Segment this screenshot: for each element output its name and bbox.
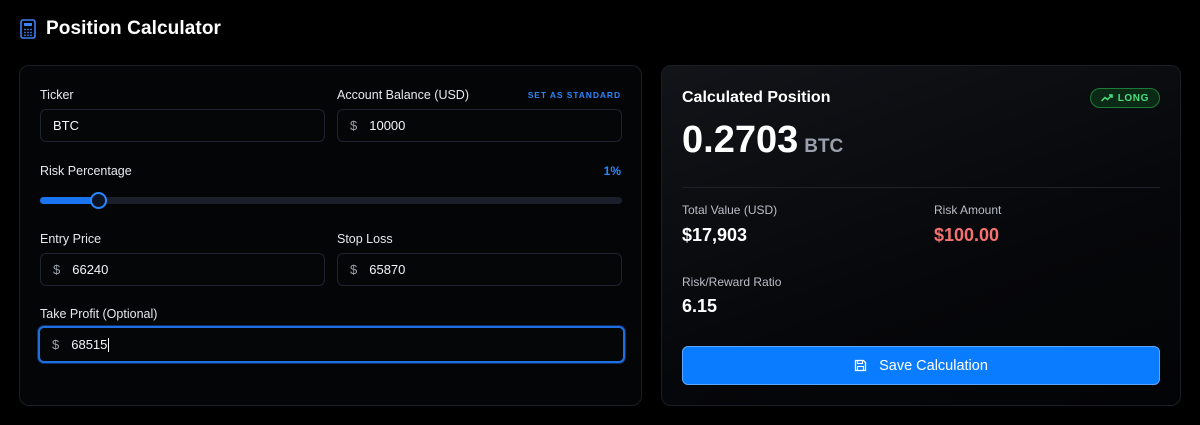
result-card: Calculated Position LONG 0.2703 BTC Tota… xyxy=(661,65,1181,406)
position-size-value: 0.2703 xyxy=(682,119,799,161)
ticker-input[interactable]: BTC xyxy=(40,109,325,142)
result-title: Calculated Position xyxy=(682,89,831,106)
stop-loss-label: Stop Loss xyxy=(337,232,393,246)
dollar-icon: $ xyxy=(350,262,358,277)
ticker-value: BTC xyxy=(53,118,79,133)
account-balance-input[interactable]: $ 10000 xyxy=(337,109,622,142)
set-as-standard-link[interactable]: SET AS STANDARD xyxy=(528,90,621,100)
account-balance-value: 10000 xyxy=(369,118,406,133)
risk-slider-handle[interactable] xyxy=(90,192,108,209)
calculator-icon xyxy=(20,19,36,39)
divider xyxy=(682,187,1160,188)
account-balance-label: Account Balance (USD) xyxy=(337,88,470,102)
stop-loss-value: 65870 xyxy=(369,262,406,277)
entry-price-label: Entry Price xyxy=(40,232,102,246)
page-header: Position Calculator xyxy=(20,18,221,40)
total-value: $17,903 xyxy=(682,225,748,245)
trending-up-icon xyxy=(1100,94,1113,102)
dollar-icon: $ xyxy=(53,262,61,277)
take-profit-input[interactable]: $ 68515 xyxy=(38,326,625,363)
save-calculation-label: Save Calculation xyxy=(879,357,988,374)
risk-reward-label: Risk/Reward Ratio xyxy=(682,275,782,289)
risk-percentage-label: Risk Percentage xyxy=(40,164,132,178)
position-size: 0.2703 BTC xyxy=(682,119,843,162)
risk-reward-value: 6.15 xyxy=(682,296,718,316)
direction-badge: LONG xyxy=(1089,88,1160,108)
calculator-form: Ticker BTC Account Balance (USD) SET AS … xyxy=(19,65,642,406)
take-profit-value: 68515 xyxy=(71,337,108,352)
risk-percentage-value: 1% xyxy=(603,164,621,178)
stop-loss-input[interactable]: $ 65870 xyxy=(337,253,622,286)
position-size-unit: BTC xyxy=(804,136,844,157)
entry-price-input[interactable]: $ 66240 xyxy=(40,253,325,286)
risk-amount: $100.00 xyxy=(934,225,1000,245)
page-title: Position Calculator xyxy=(46,18,222,39)
total-value-label: Total Value (USD) xyxy=(682,203,778,217)
save-icon xyxy=(854,359,867,372)
dollar-icon: $ xyxy=(350,118,358,133)
direction-label: LONG xyxy=(1117,92,1149,104)
ticker-label: Ticker xyxy=(40,88,74,102)
risk-amount-label: Risk Amount xyxy=(934,203,1002,217)
save-calculation-button[interactable]: Save Calculation xyxy=(682,346,1160,385)
text-caret xyxy=(108,337,110,352)
entry-price-value: 66240 xyxy=(72,262,109,277)
risk-slider[interactable] xyxy=(40,192,622,209)
dollar-icon: $ xyxy=(52,337,60,352)
take-profit-label: Take Profit (Optional) xyxy=(40,307,158,321)
